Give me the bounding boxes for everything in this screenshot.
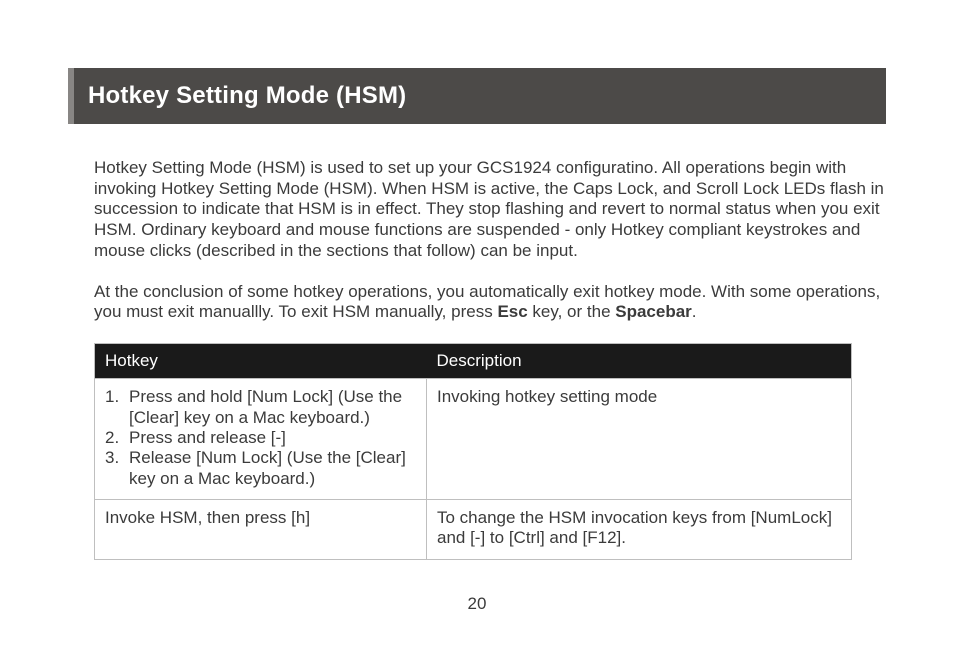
section-title: Hotkey Setting Mode (HSM) — [88, 82, 868, 110]
p2-bold-esc: Esc — [497, 302, 527, 321]
step-text: Press and hold [Num Lock] (Use the [Clea… — [129, 387, 416, 428]
p2-bold-spacebar: Spacebar — [615, 302, 692, 321]
paragraph-1: Hotkey Setting Mode (HSM) is used to set… — [68, 158, 886, 262]
paragraph-2: At the conclusion of some hotkey operati… — [68, 282, 886, 323]
step-number: 2. — [105, 428, 129, 448]
cell-hotkey: Invoke HSM, then press [h] — [95, 500, 427, 560]
table-header-row: Hotkey Description — [95, 344, 852, 379]
col-description: Description — [427, 344, 852, 379]
col-hotkey: Hotkey — [95, 344, 427, 379]
step-text: Release [Num Lock] (Use the [Clear] key … — [129, 448, 416, 489]
hotkey-steps: 1. Press and hold [Num Lock] (Use the [C… — [105, 387, 416, 489]
table-row: 1. Press and hold [Num Lock] (Use the [C… — [95, 379, 852, 500]
p2-part-d: . — [692, 302, 697, 321]
step-number: 1. — [105, 387, 129, 428]
section-title-bar: Hotkey Setting Mode (HSM) — [68, 68, 886, 124]
p2-part-a: At the conclusion of some hotkey operati… — [94, 282, 880, 322]
list-item: 3. Release [Num Lock] (Use the [Clear] k… — [105, 448, 416, 489]
p2-part-c: key, or the — [528, 302, 616, 321]
cell-description: To change the HSM invocation keys from [… — [427, 500, 852, 560]
list-item: 2. Press and release [-] — [105, 428, 416, 448]
hotkey-table: Hotkey Description 1. Press and hold [Nu… — [94, 343, 852, 560]
cell-description: Invoking hotkey setting mode — [427, 379, 852, 500]
list-item: 1. Press and hold [Num Lock] (Use the [C… — [105, 387, 416, 428]
page-number: 20 — [68, 594, 886, 614]
step-text: Press and release [-] — [129, 428, 416, 448]
step-number: 3. — [105, 448, 129, 489]
cell-hotkey: 1. Press and hold [Num Lock] (Use the [C… — [95, 379, 427, 500]
table-row: Invoke HSM, then press [h] To change the… — [95, 500, 852, 560]
